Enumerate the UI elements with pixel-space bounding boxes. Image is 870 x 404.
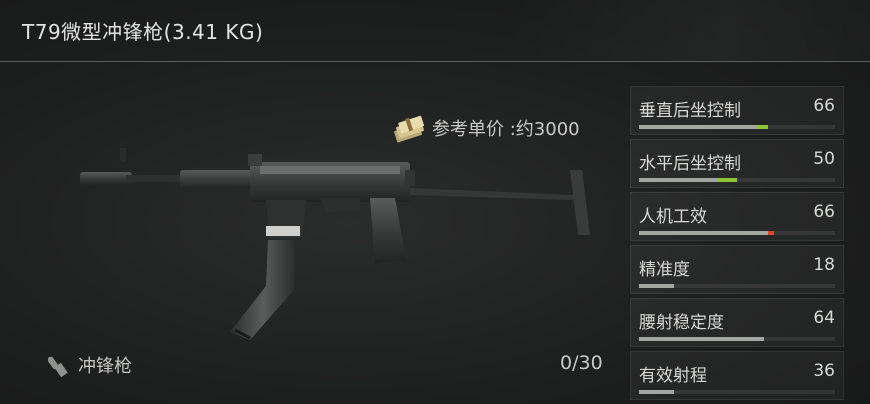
stat-value: 66 xyxy=(813,202,835,222)
stat-bar-base xyxy=(639,125,757,129)
header-bar: T79微型冲锋枪(3.41 KG) xyxy=(0,0,870,62)
weapon-type: 冲锋枪 xyxy=(48,350,132,380)
stat-value: 50 xyxy=(813,149,835,169)
stats-panel: 垂直后坐控制 66 水平后坐控制 50 人机工效 66 精准度 18 腰射稳定度 64 有效射程 36 xyxy=(630,86,844,404)
stat-bar xyxy=(639,231,835,235)
stat-label: 人机工效 xyxy=(639,207,707,227)
stat-row: 人机工效 66 xyxy=(630,192,844,241)
stat-bar xyxy=(639,390,835,394)
stat-bar xyxy=(639,178,835,182)
stat-label: 有效射程 xyxy=(639,366,707,386)
stat-bar-modifier xyxy=(717,178,737,182)
stat-row: 垂直后坐控制 66 xyxy=(630,86,844,135)
stat-value: 36 xyxy=(813,361,835,381)
stat-bar-base xyxy=(639,178,718,182)
stat-bar-base xyxy=(639,284,675,288)
stat-bar xyxy=(639,284,835,288)
weapon-title: T79微型冲锋枪(3.41 KG) xyxy=(22,20,264,44)
stat-value: 66 xyxy=(813,96,835,116)
price-label: 参考单价 :约3000 xyxy=(432,119,580,140)
stat-row: 有效射程 36 xyxy=(630,351,844,400)
stat-value: 64 xyxy=(813,308,835,328)
ammo-count: 0/30 xyxy=(560,352,603,374)
stat-row: 水平后坐控制 50 xyxy=(630,139,844,188)
stat-label: 水平后坐控制 xyxy=(639,154,741,174)
stat-bar-base xyxy=(639,231,769,235)
stat-bar xyxy=(639,337,835,341)
weapon-type-label: 冲锋枪 xyxy=(78,356,132,377)
stat-label: 精准度 xyxy=(639,260,690,280)
stat-bar-modifier xyxy=(768,231,775,235)
stat-row: 腰射稳定度 64 xyxy=(630,298,844,347)
bullet-icon xyxy=(48,356,68,378)
stat-bar-modifier xyxy=(756,125,769,129)
stat-bar-base xyxy=(639,390,675,394)
stat-label: 垂直后坐控制 xyxy=(639,101,741,121)
weapon-image xyxy=(80,148,590,340)
stat-row: 精准度 18 xyxy=(630,245,844,294)
stat-label: 腰射稳定度 xyxy=(639,313,724,333)
stat-bar xyxy=(639,125,835,129)
stat-bar-base xyxy=(639,337,765,341)
cash-stack-icon xyxy=(394,115,425,143)
header-decoration xyxy=(510,0,870,61)
stat-value: 18 xyxy=(813,255,835,275)
